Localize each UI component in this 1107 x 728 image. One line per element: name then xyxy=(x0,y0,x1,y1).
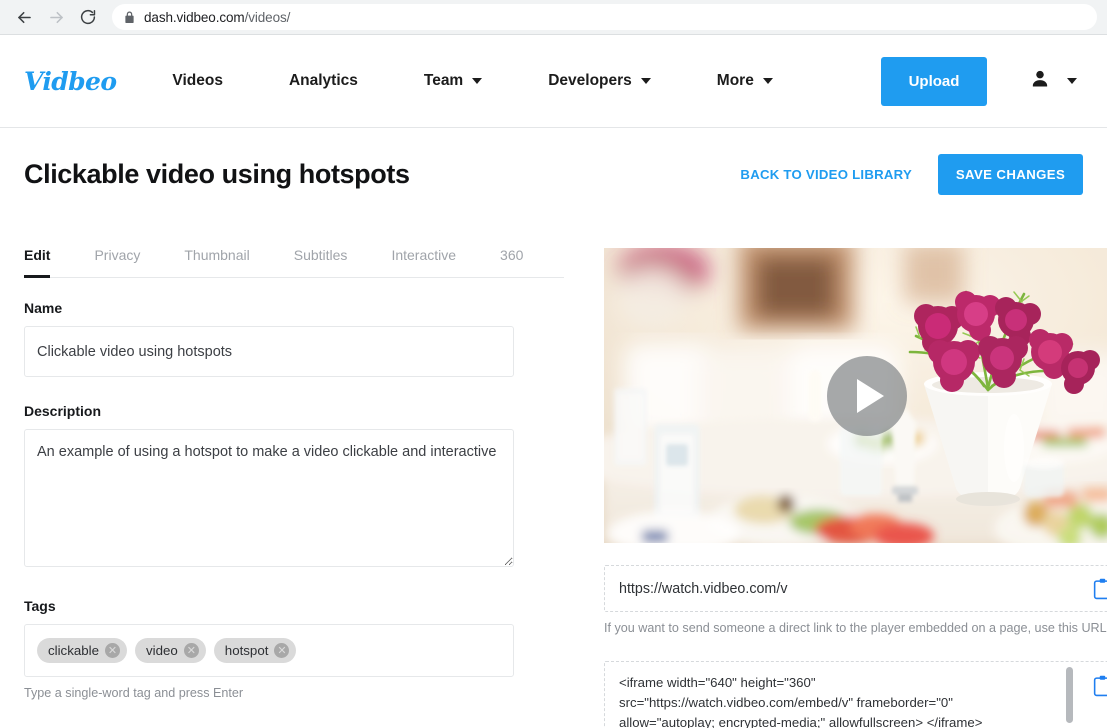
embed-scrollbar[interactable] xyxy=(1063,662,1076,728)
primary-nav: Videos Analytics Team Developers More xyxy=(172,72,881,90)
save-changes-button[interactable]: SAVE CHANGES xyxy=(938,154,1083,195)
nav-label: Team xyxy=(423,72,464,89)
remove-tag-icon[interactable]: ✕ xyxy=(274,643,290,658)
tag-chip: video ✕ xyxy=(135,638,206,663)
share-url-row: https://watch.vidbeo.com/v xyxy=(604,565,1107,612)
nav-item-videos[interactable]: Videos xyxy=(172,72,223,90)
description-textarea[interactable]: An example of using a hotspot to make a … xyxy=(24,429,514,567)
page-title: Clickable video using hotspots xyxy=(24,159,410,189)
address-bar[interactable]: dash.vidbeo.com/videos/ xyxy=(112,4,1097,30)
nav-label: Developers xyxy=(548,72,632,89)
tab-bar: Edit Privacy Thumbnail Subtitles Interac… xyxy=(24,247,564,278)
remove-tag-icon[interactable]: ✕ xyxy=(105,643,120,658)
nav-item-more[interactable]: More xyxy=(717,72,773,90)
scrollbar-thumb[interactable] xyxy=(1066,667,1073,723)
reload-icon[interactable] xyxy=(74,3,102,31)
tags-label: Tags xyxy=(24,598,56,614)
chevron-down-icon xyxy=(1067,78,1077,84)
clipboard-copy-icon xyxy=(1093,675,1107,697)
title-row: Clickable video using hotspots BACK TO V… xyxy=(24,154,1083,195)
tab-360[interactable]: 360 xyxy=(500,247,523,278)
tab-thumbnail[interactable]: Thumbnail xyxy=(184,247,249,278)
remove-tag-icon[interactable]: ✕ xyxy=(183,643,199,658)
tag-chip: clickable ✕ xyxy=(37,638,127,663)
edit-form-column: Edit Privacy Thumbnail Subtitles Interac… xyxy=(24,217,564,728)
preview-column: https://watch.vidbeo.com/v If you want t… xyxy=(564,217,1107,728)
chevron-down-icon xyxy=(762,78,773,84)
tag-chip: hotspot ✕ xyxy=(213,638,297,663)
upload-button[interactable]: Upload xyxy=(881,56,987,106)
copy-url-button[interactable] xyxy=(1076,566,1107,611)
embed-code-value[interactable]: <iframe width="640" height="360" src="ht… xyxy=(605,662,1063,728)
tab-edit[interactable]: Edit xyxy=(24,247,51,278)
browser-toolbar: dash.vidbeo.com/videos/ xyxy=(0,0,1107,35)
name-field-group: Name xyxy=(24,300,564,377)
nav-label: More xyxy=(716,72,754,89)
header-actions: BACK TO VIDEO LIBRARY SAVE CHANGES xyxy=(740,154,1083,195)
lock-icon xyxy=(124,11,135,24)
play-icon[interactable] xyxy=(826,355,907,436)
page-header: Clickable video using hotspots BACK TO V… xyxy=(0,128,1107,195)
vidbeo-logo[interactable]: Vidbeo xyxy=(24,67,117,96)
tab-subtitles[interactable]: Subtitles xyxy=(294,247,348,278)
person-icon xyxy=(1029,68,1051,95)
tab-privacy[interactable]: Privacy xyxy=(94,247,140,278)
url-text: dash.vidbeo.com/videos/ xyxy=(144,9,291,25)
nav-label: Videos xyxy=(172,72,223,89)
back-to-video-library-button[interactable]: BACK TO VIDEO LIBRARY xyxy=(740,167,912,182)
name-label: Name xyxy=(24,300,63,316)
forward-arrow-icon xyxy=(42,3,70,31)
account-menu[interactable] xyxy=(1029,68,1077,95)
nav-label: Analytics xyxy=(288,72,358,89)
share-url-value[interactable]: https://watch.vidbeo.com/v xyxy=(605,581,1076,597)
tag-label: clickable xyxy=(48,643,99,658)
tags-input[interactable]: clickable ✕ video ✕ hotspot ✕ xyxy=(24,624,514,677)
tags-field-group: Tags clickable ✕ video ✕ hotspot ✕ Type … xyxy=(24,598,564,700)
back-arrow-icon[interactable] xyxy=(10,3,38,31)
copy-embed-button[interactable] xyxy=(1076,662,1107,728)
chevron-down-icon xyxy=(640,78,651,84)
nav-item-analytics[interactable]: Analytics xyxy=(289,72,358,90)
clipboard-copy-icon xyxy=(1093,578,1107,599)
app-navbar: Vidbeo Videos Analytics Team Developers … xyxy=(0,35,1107,128)
description-field-group: Description An example of using a hotspo… xyxy=(24,403,564,572)
embed-code-row: <iframe width="640" height="360" src="ht… xyxy=(604,661,1107,728)
page-body: Edit Privacy Thumbnail Subtitles Interac… xyxy=(0,217,1107,728)
tags-hint: Type a single-word tag and press Enter xyxy=(24,686,244,700)
share-url-hint: If you want to send someone a direct lin… xyxy=(604,621,1107,635)
description-label: Description xyxy=(24,403,102,419)
nav-item-developers[interactable]: Developers xyxy=(548,72,651,90)
name-input[interactable] xyxy=(24,326,514,377)
tag-label: hotspot xyxy=(224,643,269,658)
tab-interactive[interactable]: Interactive xyxy=(391,247,456,278)
chevron-down-icon xyxy=(472,78,483,84)
video-player-preview[interactable] xyxy=(604,248,1107,543)
play-triangle xyxy=(856,378,884,413)
nav-item-team[interactable]: Team xyxy=(423,72,483,90)
tag-label: video xyxy=(146,643,178,658)
